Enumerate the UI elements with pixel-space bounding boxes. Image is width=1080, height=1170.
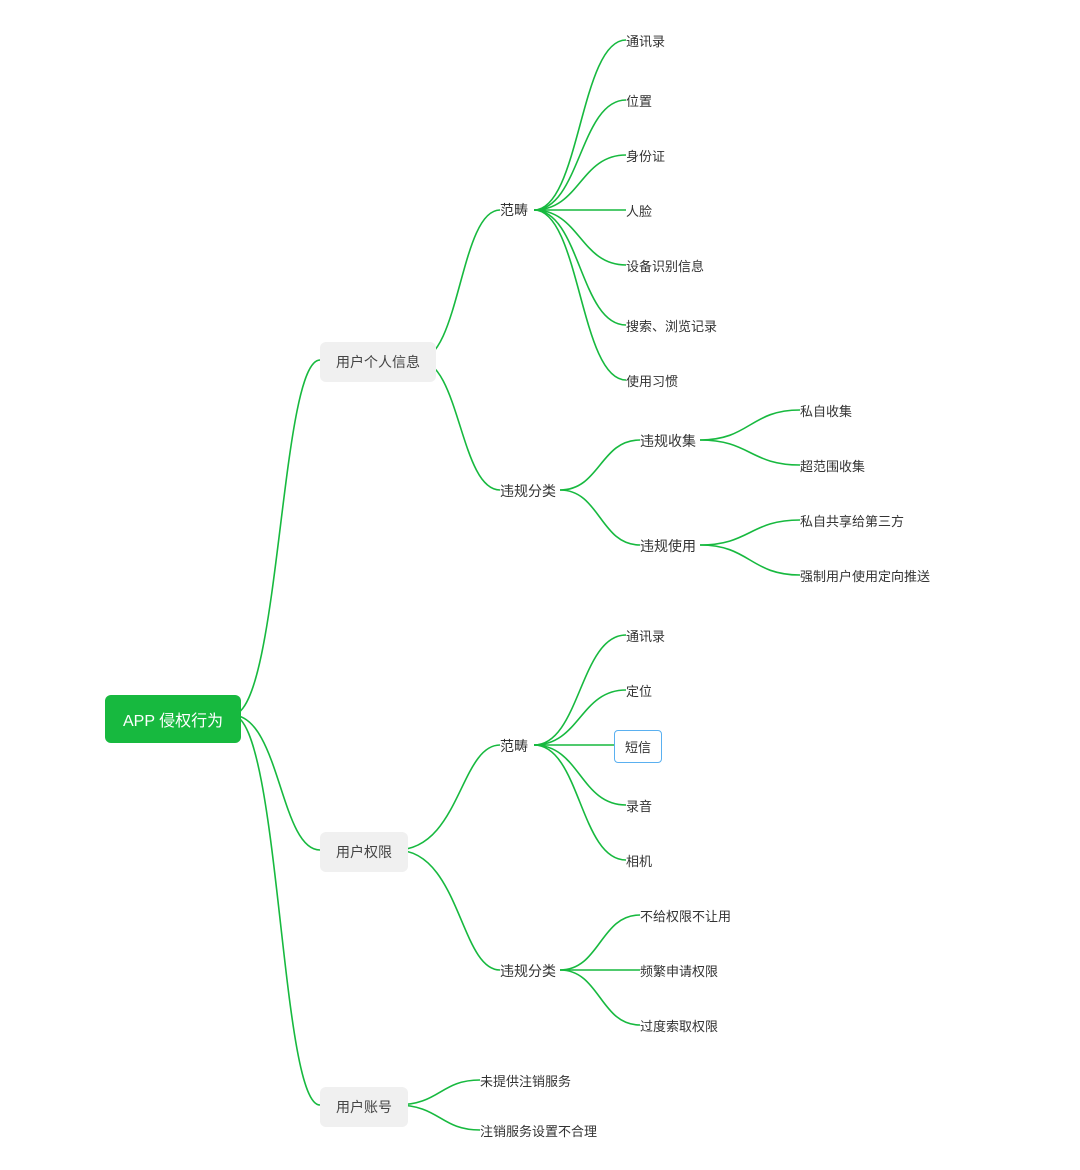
root-node[interactable]: APP 侵权行为 [105, 695, 241, 743]
leaf-location[interactable]: 位置 [626, 91, 652, 110]
sub-personal-violations[interactable]: 违规分类 [500, 481, 556, 501]
leaf-device-id[interactable]: 设备识别信息 [626, 256, 704, 275]
leaf-perm-sms-selected[interactable]: 短信 [614, 730, 662, 763]
leaf-contacts[interactable]: 通讯录 [626, 31, 665, 50]
leaf-search-history[interactable]: 搜索、浏览记录 [626, 316, 717, 335]
leaf-usage-habit[interactable]: 使用习惯 [626, 371, 678, 390]
sub-permission-scope[interactable]: 范畴 [500, 736, 528, 756]
mindmap-connectors [0, 0, 1080, 1170]
branch-personal-info[interactable]: 用户个人信息 [320, 342, 436, 382]
leaf-private-collect[interactable]: 私自收集 [800, 401, 852, 420]
leaf-overrange-collect[interactable]: 超范围收集 [800, 456, 865, 475]
leaf-perm-camera[interactable]: 相机 [626, 851, 652, 870]
leaf-frequent-request[interactable]: 频繁申请权限 [640, 961, 718, 980]
branch-permissions[interactable]: 用户权限 [320, 832, 408, 872]
leaf-bad-cancel-setup[interactable]: 注销服务设置不合理 [480, 1121, 597, 1140]
leaf-deny-no-use[interactable]: 不给权限不让用 [640, 906, 731, 925]
sub-personal-scope[interactable]: 范畴 [500, 200, 528, 220]
leaf-excessive-request[interactable]: 过度索取权限 [640, 1016, 718, 1035]
leaf-private-share[interactable]: 私自共享给第三方 [800, 511, 904, 530]
leaf-perm-location[interactable]: 定位 [626, 681, 652, 700]
leaf-id-card[interactable]: 身份证 [626, 146, 665, 165]
sub-violation-usage[interactable]: 违规使用 [640, 536, 696, 556]
leaf-no-cancel[interactable]: 未提供注销服务 [480, 1071, 571, 1090]
leaf-force-push[interactable]: 强制用户使用定向推送 [800, 566, 930, 585]
sub-violation-collection[interactable]: 违规收集 [640, 431, 696, 451]
leaf-perm-audio[interactable]: 录音 [626, 796, 652, 815]
sub-permission-violations[interactable]: 违规分类 [500, 961, 556, 981]
branch-account[interactable]: 用户账号 [320, 1087, 408, 1127]
leaf-perm-contacts[interactable]: 通讯录 [626, 626, 665, 645]
leaf-face[interactable]: 人脸 [626, 201, 652, 220]
